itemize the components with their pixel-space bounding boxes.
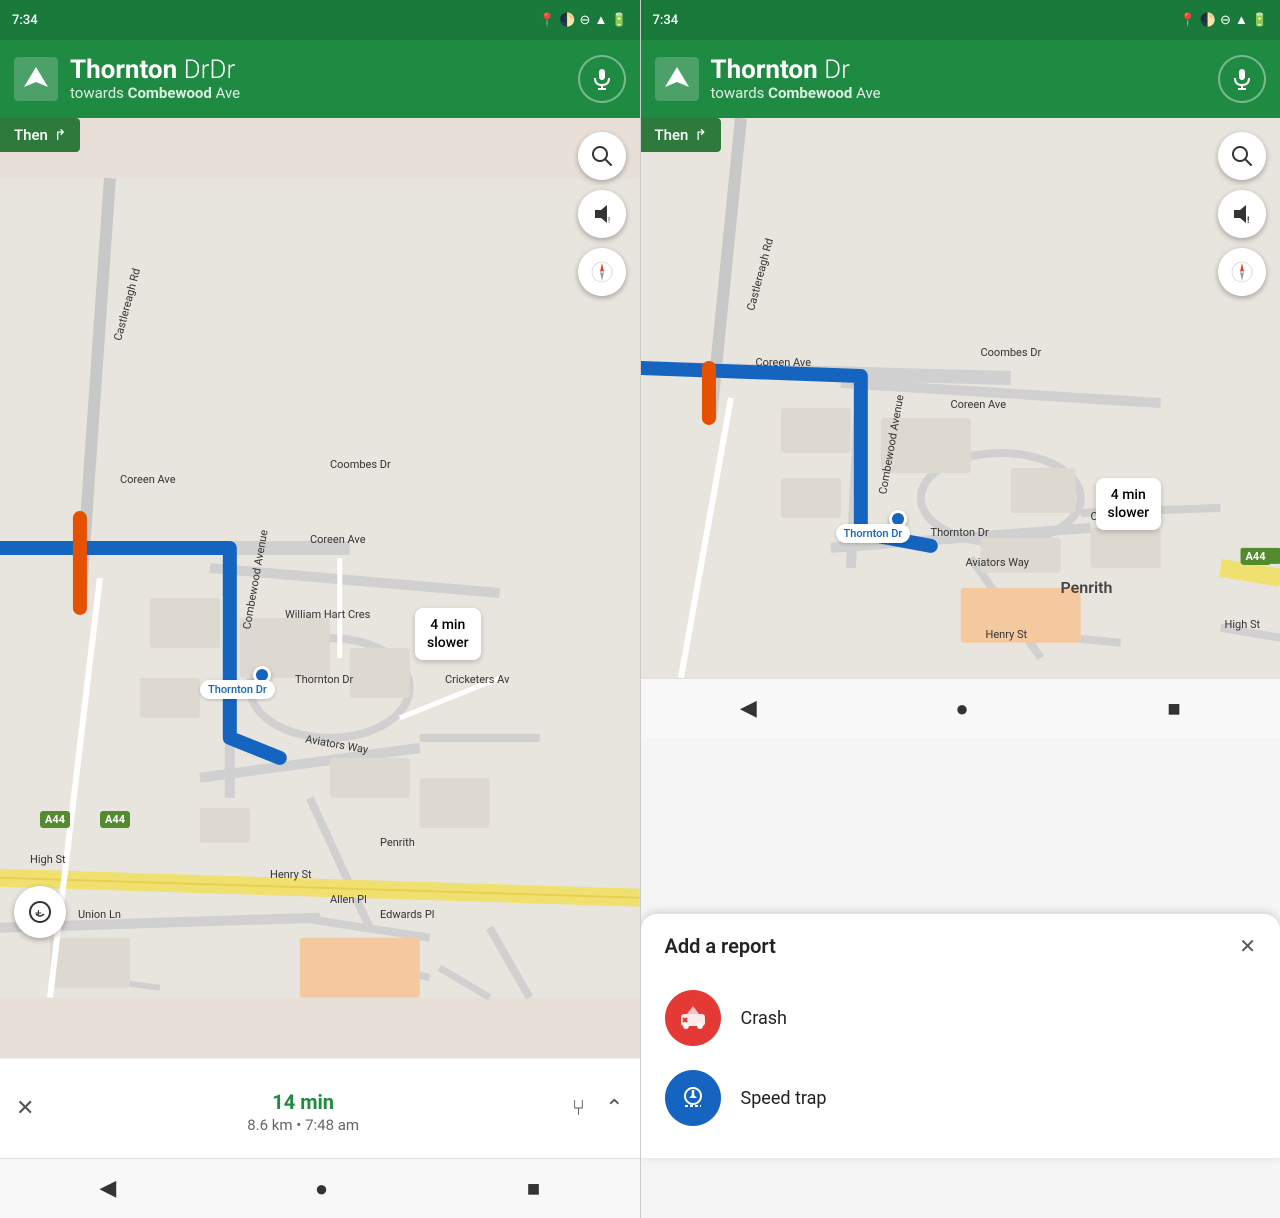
map-area-left[interactable]: Castlereagh Rd Coreen Ave Coombes Dr Cor… xyxy=(0,118,640,1058)
street-coombes-r: Coombes Dr xyxy=(981,346,1042,359)
battery-icon: 🔋 xyxy=(611,13,627,28)
slower-badge-left: 4 min slower xyxy=(415,608,481,660)
street-aviators-r: Aviators Way xyxy=(966,556,1029,569)
city-penrith: Penrith xyxy=(380,836,415,849)
street-union: Union Ln xyxy=(78,908,121,921)
street-cricketers: Cricketers Av xyxy=(445,673,509,686)
sound-button-right[interactable]: ! xyxy=(1218,190,1266,238)
map-area-right[interactable]: Castlereagh Rd Coreen Ave Coombes Dr Cor… xyxy=(641,118,1280,678)
svg-text:!: ! xyxy=(1247,216,1249,225)
street-edwards: Edwards Pl xyxy=(380,908,434,921)
fork-icon[interactable]: ⑂ xyxy=(572,1096,585,1121)
left-phone-panel: 7:34 📍 🌓 ⊖ ▲ 🔋 Thornton DrDr towards Com… xyxy=(0,0,640,1218)
road-badge-a44-2: A44 xyxy=(100,811,130,828)
then-banner-right: Then ↱ xyxy=(641,118,721,152)
report-title: Add a report xyxy=(665,934,776,958)
svg-text:+: + xyxy=(35,906,42,920)
street-high-r: High St xyxy=(1225,618,1261,631)
recents-button-sys-left[interactable]: ■ xyxy=(527,1176,540,1202)
turn-right-icon: ↱ xyxy=(54,126,67,144)
nav-towards-left: towards Combewood Ave xyxy=(70,84,566,102)
street-thornton-r: Thornton Dr xyxy=(931,526,989,539)
bottom-time-left: 14 min 8.6 km • 7:48 am xyxy=(247,1083,359,1134)
speed-trap-icon xyxy=(665,1070,721,1126)
road-badge-a44-1: A44 xyxy=(40,811,70,828)
street-coombes: Coombes Dr xyxy=(330,458,391,471)
status-bar-left: 7:34 📍 🌓 ⊖ ▲ 🔋 xyxy=(0,0,640,40)
back-button-sys-right[interactable]: ◀ xyxy=(740,696,757,721)
street-coreen1: Coreen Ave xyxy=(120,473,176,486)
status-time-right: 7:34 xyxy=(653,13,679,28)
wifi-icon: ▲ xyxy=(594,12,607,28)
bottom-bar-left: ✕ 14 min 8.6 km • 7:48 am ⑂ ⌃ xyxy=(0,1058,640,1158)
street-coreen2: Coreen Ave xyxy=(310,533,366,546)
wifi-icon-r: ▲ xyxy=(1235,12,1248,28)
sound-button-left[interactable]: ! xyxy=(578,190,626,238)
street-henry: Henry St xyxy=(270,868,312,881)
crash-label: Crash xyxy=(741,1008,787,1029)
status-time-left: 7:34 xyxy=(12,13,38,28)
battery-icon-r: 🔋 xyxy=(1252,13,1268,28)
sys-nav-bar-right: ◀ ● ■ xyxy=(641,678,1280,738)
status-icons-right: 📍 🌓 ⊖ ▲ 🔋 xyxy=(1180,12,1268,28)
street-thornton: Thornton Dr xyxy=(295,673,353,686)
location-icon-r: 📍 xyxy=(1180,13,1196,28)
location-icon: 📍 xyxy=(539,13,555,28)
report-header: Add a report ✕ xyxy=(665,934,1257,958)
report-panel: Add a report ✕ Crash xyxy=(641,914,1280,1158)
road-badge-r1: A44 xyxy=(1241,548,1271,565)
speed-trap-label: Speed trap xyxy=(741,1088,827,1109)
crash-icon xyxy=(665,990,721,1046)
map-controls-left: ! xyxy=(578,132,626,296)
map-controls-right: ! xyxy=(1218,132,1266,296)
status-icons-left: 📍 🌓 ⊖ ▲ 🔋 xyxy=(539,12,627,28)
street-henry-r: Henry St xyxy=(986,628,1028,641)
close-button-left[interactable]: ✕ xyxy=(16,1096,34,1121)
report-item-crash[interactable]: Crash xyxy=(665,978,1257,1058)
nav-header-right: Thornton Dr towards Combewood Ave xyxy=(641,40,1280,118)
street-allen: Allen Pl xyxy=(330,893,367,906)
location-label-left: Thornton Dr xyxy=(200,680,275,699)
right-phone-panel: 7:34 📍 🌓 ⊖ ▲ 🔋 Thornton Dr towards Combe… xyxy=(641,0,1280,1218)
home-button-sys-left[interactable]: ● xyxy=(315,1176,328,1202)
svg-text:!: ! xyxy=(608,216,610,225)
city-penrith-r: Penrith xyxy=(1061,578,1113,597)
mic-button-left[interactable] xyxy=(578,55,626,103)
street-william: William Hart Cres xyxy=(285,608,370,621)
report-item-speed[interactable]: Speed trap xyxy=(665,1058,1257,1138)
search-button-right[interactable] xyxy=(1218,132,1266,180)
report-button-left[interactable]: + xyxy=(14,886,66,938)
do-not-disturb-icon: ⊖ xyxy=(580,13,591,28)
nav-header-left: Thornton DrDr towards Combewood Ave xyxy=(0,40,640,118)
street-coreen-r2: Coreen Ave xyxy=(951,398,1007,411)
do-not-disturb-icon-r: ⊖ xyxy=(1220,13,1231,28)
street-coreen-r1: Coreen Ave xyxy=(756,356,812,369)
compass-button-left[interactable] xyxy=(578,248,626,296)
slower-badge-right: 4 min slower xyxy=(1096,478,1162,530)
then-banner-left: Then ↱ xyxy=(0,118,80,152)
back-button-sys-left[interactable]: ◀ xyxy=(99,1176,116,1201)
recents-button-sys-right[interactable]: ■ xyxy=(1167,696,1180,722)
expand-icon[interactable]: ⌃ xyxy=(605,1096,623,1121)
direction-arrow-left xyxy=(14,57,58,101)
street-high: High St xyxy=(30,853,66,866)
location-label-right: Thornton Dr xyxy=(836,524,911,543)
direction-arrow-right xyxy=(655,57,699,101)
nav-street-left: Thornton DrDr xyxy=(70,56,566,85)
search-button-left[interactable] xyxy=(578,132,626,180)
sys-nav-bar-left: ◀ ● ■ xyxy=(0,1158,640,1218)
status-bar-right: 7:34 📍 🌓 ⊖ ▲ 🔋 xyxy=(641,0,1280,40)
compass-button-right[interactable] xyxy=(1218,248,1266,296)
report-close-button[interactable]: ✕ xyxy=(1239,934,1256,958)
turn-right-icon-r: ↱ xyxy=(694,126,707,144)
nav-text-right: Thornton Dr towards Combewood Ave xyxy=(699,56,1219,103)
nav-text-left: Thornton DrDr towards Combewood Ave xyxy=(58,56,578,103)
mic-button-right[interactable] xyxy=(1218,55,1266,103)
nav-towards-right: towards Combewood Ave xyxy=(711,84,1207,102)
nav-street-right: Thornton Dr xyxy=(711,56,1207,85)
bottom-actions-left: ⑂ ⌃ xyxy=(572,1096,624,1121)
brightness-icon-r: 🌓 xyxy=(1200,13,1216,28)
home-button-sys-right[interactable]: ● xyxy=(955,696,968,722)
brightness-icon: 🌓 xyxy=(559,13,575,28)
